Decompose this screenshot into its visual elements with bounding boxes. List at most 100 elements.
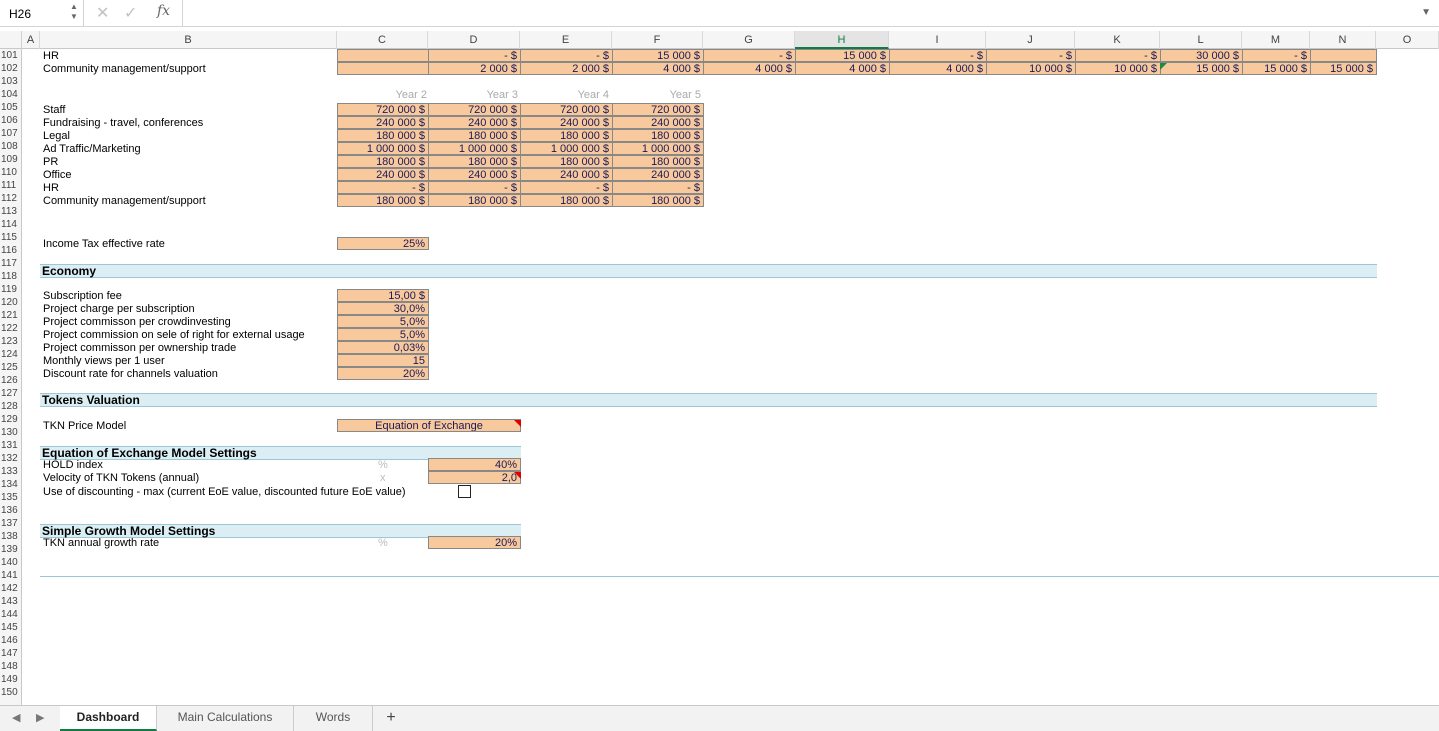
expense-cell[interactable]: 1 000 000 $ bbox=[337, 142, 429, 155]
expense-label: Staff bbox=[43, 104, 66, 116]
hold-unit: % bbox=[378, 459, 388, 471]
hr-label-top: HR bbox=[43, 50, 59, 62]
economy-value-cell[interactable]: 15,00 $ bbox=[337, 289, 429, 302]
discounting-checkbox[interactable] bbox=[458, 485, 471, 498]
velocity-unit: x bbox=[380, 472, 386, 484]
expense-cell[interactable]: - $ bbox=[520, 181, 613, 194]
expense-cell[interactable]: 240 000 $ bbox=[520, 116, 613, 129]
price-model-label: TKN Price Model bbox=[43, 420, 127, 432]
data-cell[interactable] bbox=[1310, 49, 1377, 62]
year-4-header: Year 4 bbox=[577, 89, 609, 101]
year-5-header: Year 5 bbox=[669, 89, 701, 101]
expense-cell[interactable]: 180 000 $ bbox=[337, 129, 429, 142]
data-cell[interactable]: 15 000 $ bbox=[1310, 62, 1377, 75]
economy-value-cell[interactable]: 5,0% bbox=[337, 315, 429, 328]
expense-cell[interactable]: 180 000 $ bbox=[520, 155, 613, 168]
expense-cell[interactable]: 1 000 000 $ bbox=[612, 142, 704, 155]
growth-rate-unit: % bbox=[378, 537, 388, 549]
data-cell[interactable]: 4 000 $ bbox=[795, 62, 890, 75]
scroll-left-icon[interactable]: ◀ bbox=[12, 711, 20, 724]
economy-value-cell[interactable]: 15 bbox=[337, 354, 429, 367]
comment-indicator-icon bbox=[514, 472, 521, 479]
expense-cell[interactable]: 180 000 $ bbox=[520, 194, 613, 207]
economy-section-header: Economy bbox=[40, 264, 1377, 278]
data-cell[interactable]: - $ bbox=[428, 49, 521, 62]
economy-value-cell[interactable]: 5,0% bbox=[337, 328, 429, 341]
scroll-right-icon[interactable]: ▶ bbox=[36, 711, 44, 724]
income-tax-label: Income Tax effective rate bbox=[43, 238, 165, 250]
data-cell[interactable]: 4 000 $ bbox=[889, 62, 987, 75]
expense-label: HR bbox=[43, 182, 59, 194]
data-cell[interactable]: - $ bbox=[1242, 49, 1311, 62]
sheet-tab-bar: ◀ ▶ Dashboard Main Calculations Words + bbox=[0, 705, 1439, 731]
comment-indicator-icon bbox=[514, 420, 521, 427]
data-cell[interactable]: - $ bbox=[1075, 49, 1161, 62]
economy-label: Project charge per subscription bbox=[43, 303, 195, 315]
expense-cell[interactable]: 180 000 $ bbox=[612, 129, 704, 142]
expense-cell[interactable]: 1 000 000 $ bbox=[520, 142, 613, 155]
expense-label: Fundraising - travel, conferences bbox=[43, 117, 204, 129]
expense-cell[interactable]: - $ bbox=[612, 181, 704, 194]
data-cell[interactable]: 15 000 $ bbox=[1160, 62, 1243, 75]
data-cell[interactable]: 2 000 $ bbox=[428, 62, 521, 75]
expense-cell[interactable]: 1 000 000 $ bbox=[428, 142, 521, 155]
expense-label: Office bbox=[43, 169, 72, 181]
expense-cell[interactable]: 180 000 $ bbox=[520, 129, 613, 142]
year-3-header: Year 3 bbox=[486, 89, 518, 101]
expense-cell[interactable]: 240 000 $ bbox=[428, 168, 521, 181]
velocity-cell[interactable]: 2,0 bbox=[428, 471, 521, 484]
expense-cell[interactable]: - $ bbox=[337, 181, 429, 194]
expense-cell[interactable]: 240 000 $ bbox=[337, 116, 429, 129]
expense-cell[interactable]: 180 000 $ bbox=[337, 155, 429, 168]
error-indicator-icon bbox=[1160, 63, 1167, 70]
tab-words[interactable]: Words bbox=[294, 706, 373, 731]
data-cell[interactable] bbox=[337, 62, 429, 75]
growth-rate-cell[interactable]: 20% bbox=[428, 536, 521, 549]
expense-cell[interactable]: 180 000 $ bbox=[612, 194, 704, 207]
expense-cell[interactable]: 720 000 $ bbox=[520, 103, 613, 116]
data-cell[interactable]: 30 000 $ bbox=[1160, 49, 1243, 62]
data-cell[interactable]: 15 000 $ bbox=[612, 49, 704, 62]
data-cell[interactable]: 4 000 $ bbox=[612, 62, 704, 75]
tab-dashboard[interactable]: Dashboard bbox=[60, 706, 157, 731]
expense-cell[interactable]: 240 000 $ bbox=[337, 168, 429, 181]
community-label-top: Community management/support bbox=[43, 63, 206, 75]
data-cell[interactable]: 2 000 $ bbox=[520, 62, 613, 75]
add-sheet-button[interactable]: + bbox=[380, 709, 402, 729]
expense-cell[interactable]: 720 000 $ bbox=[337, 103, 429, 116]
data-cell[interactable]: 10 000 $ bbox=[986, 62, 1076, 75]
expense-cell[interactable]: 180 000 $ bbox=[428, 129, 521, 142]
expense-cell[interactable]: 240 000 $ bbox=[612, 168, 704, 181]
growth-rate-label: TKN annual growth rate bbox=[43, 537, 160, 549]
expense-cell[interactable]: 240 000 $ bbox=[612, 116, 704, 129]
expense-label: Ad Traffic/Marketing bbox=[43, 143, 141, 155]
expense-cell[interactable]: 180 000 $ bbox=[428, 194, 521, 207]
data-cell[interactable]: - $ bbox=[889, 49, 987, 62]
expense-cell[interactable]: 180 000 $ bbox=[612, 155, 704, 168]
economy-value-cell[interactable]: 20% bbox=[337, 367, 429, 380]
expense-cell[interactable]: 720 000 $ bbox=[612, 103, 704, 116]
expense-cell[interactable]: 240 000 $ bbox=[520, 168, 613, 181]
data-cell[interactable] bbox=[337, 49, 429, 62]
data-cell[interactable]: - $ bbox=[703, 49, 796, 62]
hold-index-label: HOLD index bbox=[43, 459, 103, 471]
velocity-label: Velocity of TKN Tokens (annual) bbox=[43, 472, 200, 484]
data-cell[interactable]: - $ bbox=[986, 49, 1076, 62]
data-cell[interactable]: 15 000 $ bbox=[1242, 62, 1311, 75]
expense-cell[interactable]: 240 000 $ bbox=[428, 116, 521, 129]
data-cell[interactable]: 15 000 $ bbox=[795, 49, 890, 62]
hold-index-cell[interactable]: 40% bbox=[428, 458, 521, 471]
economy-value-cell[interactable]: 30,0% bbox=[337, 302, 429, 315]
tab-main-calculations[interactable]: Main Calculations bbox=[157, 706, 294, 731]
expense-cell[interactable]: 180 000 $ bbox=[337, 194, 429, 207]
data-cell[interactable]: 4 000 $ bbox=[703, 62, 796, 75]
year-2-header: Year 2 bbox=[395, 89, 427, 101]
data-cell[interactable]: - $ bbox=[520, 49, 613, 62]
economy-value-cell[interactable]: 0,03% bbox=[337, 341, 429, 354]
data-cell[interactable]: 10 000 $ bbox=[1075, 62, 1161, 75]
expense-cell[interactable]: 180 000 $ bbox=[428, 155, 521, 168]
expense-cell[interactable]: - $ bbox=[428, 181, 521, 194]
price-model-dropdown[interactable]: Equation of Exchange bbox=[337, 419, 521, 432]
expense-cell[interactable]: 720 000 $ bbox=[428, 103, 521, 116]
income-tax-cell[interactable]: 25% bbox=[337, 237, 429, 250]
